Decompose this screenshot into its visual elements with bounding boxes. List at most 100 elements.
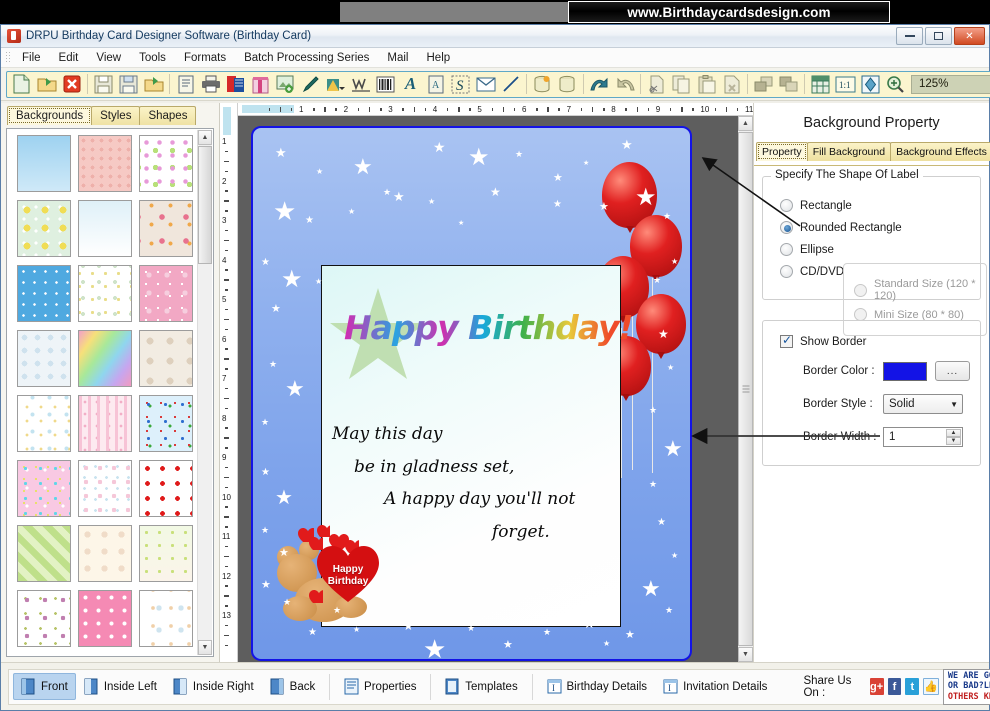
menu-item-formats[interactable]: Formats — [175, 50, 235, 66]
canvas-vertical-scrollbar[interactable]: ▲ ▼ — [738, 116, 753, 662]
radio-rectangle[interactable]: Rectangle — [780, 199, 970, 212]
bottom-item-inside-left[interactable]: Inside Left — [76, 673, 165, 700]
bottom-item-back[interactable]: Back — [262, 673, 324, 700]
greeting-text[interactable]: Happy Birthday! — [344, 308, 633, 347]
menu-item-file[interactable]: File — [13, 50, 50, 66]
open-recent-icon[interactable] — [141, 73, 166, 96]
tab-fill-background[interactable]: Fill Background — [807, 142, 891, 161]
grid-icon[interactable] — [808, 73, 833, 96]
bottom-item-birthday-details[interactable]: I Birthday Details — [539, 673, 656, 700]
bottom-item-front[interactable]: Front — [13, 673, 76, 700]
list-item[interactable] — [78, 460, 132, 517]
pen-draw-icon[interactable] — [298, 73, 323, 96]
bring-to-front-icon[interactable] — [751, 73, 776, 96]
tab-backgrounds[interactable]: Backgrounds — [7, 106, 92, 125]
list-item[interactable] — [17, 590, 71, 647]
redo-icon[interactable] — [612, 73, 637, 96]
undo-icon[interactable] — [587, 73, 612, 96]
line-icon[interactable] — [498, 73, 523, 96]
paste-icon[interactable] — [694, 73, 719, 96]
gift-icon[interactable] — [248, 73, 273, 96]
minimize-button[interactable] — [896, 27, 923, 45]
border-color-swatch[interactable] — [883, 362, 927, 381]
scrollbar-thumb[interactable] — [738, 132, 753, 646]
border-color-browse-button[interactable]: ... — [935, 361, 970, 381]
menu-item-tools[interactable]: Tools — [130, 50, 175, 66]
list-item[interactable] — [139, 525, 193, 582]
stepper-down-icon[interactable]: ▼ — [946, 437, 961, 445]
list-item[interactable] — [17, 460, 71, 517]
thumbnail-scrollbar[interactable]: ▲ ▼ — [197, 130, 212, 655]
bottom-item-properties[interactable]: Properties — [336, 673, 424, 700]
tab-property[interactable]: Property — [756, 142, 808, 161]
maximize-button[interactable] — [925, 27, 952, 45]
zoom-level-input[interactable]: 125% — [911, 75, 990, 94]
card-properties-icon[interactable] — [173, 73, 198, 96]
batch-cards-icon[interactable] — [223, 73, 248, 96]
radio-ellipse[interactable]: Ellipse — [780, 243, 970, 256]
list-item[interactable] — [78, 395, 132, 452]
border-style-select[interactable]: Solid ▼ — [883, 394, 963, 414]
design-canvas-area[interactable]: 1234567891011 12345678910111213 — [220, 103, 753, 662]
delete-x-icon[interactable] — [59, 73, 84, 96]
tab-background-effects[interactable]: Background Effects — [890, 142, 990, 161]
signature-s-icon[interactable]: S — [448, 73, 473, 96]
list-item[interactable] — [139, 395, 193, 452]
cut-icon[interactable] — [644, 73, 669, 96]
list-item[interactable] — [139, 330, 193, 387]
list-item[interactable] — [78, 590, 132, 647]
new-document-icon[interactable] — [9, 73, 34, 96]
show-border-checkbox[interactable]: Show Border — [780, 335, 970, 348]
shape-fill-icon[interactable] — [323, 73, 348, 96]
scroll-down-icon[interactable]: ▼ — [198, 640, 212, 655]
list-item[interactable] — [17, 265, 71, 322]
open-folder-icon[interactable] — [34, 73, 59, 96]
zoom-in-icon[interactable] — [883, 73, 908, 96]
menu-item-view[interactable]: View — [87, 50, 130, 66]
menu-item-help[interactable]: Help — [418, 50, 460, 66]
border-width-stepper[interactable]: 1 ▲ ▼ — [883, 427, 963, 447]
send-to-back-icon[interactable] — [776, 73, 801, 96]
scroll-up-icon[interactable]: ▲ — [198, 130, 212, 145]
delete-object-icon[interactable] — [719, 73, 744, 96]
text-box-icon[interactable]: A — [423, 73, 448, 96]
database-add-icon[interactable] — [530, 73, 555, 96]
list-item[interactable] — [139, 265, 193, 322]
list-item[interactable] — [139, 135, 193, 192]
copy-icon[interactable] — [669, 73, 694, 96]
scroll-up-icon[interactable]: ▲ — [738, 116, 753, 131]
menu-item-edit[interactable]: Edit — [50, 50, 88, 66]
menu-item-mail[interactable]: Mail — [378, 50, 417, 66]
fit-to-window-icon[interactable] — [858, 73, 883, 96]
list-item[interactable] — [78, 265, 132, 322]
tab-styles[interactable]: Styles — [91, 106, 140, 125]
actual-size-icon[interactable]: 1:1 — [833, 73, 858, 96]
list-item[interactable] — [139, 200, 193, 257]
database-icon[interactable] — [555, 73, 580, 96]
list-item[interactable] — [78, 525, 132, 582]
scrollbar-thumb[interactable] — [198, 146, 212, 264]
envelope-icon[interactable] — [473, 73, 498, 96]
list-item[interactable] — [78, 330, 132, 387]
feedback-badge[interactable]: WE ARE GOOD OR BAD?LET OTHERS KNOW.. — [943, 669, 990, 705]
watermark-icon[interactable] — [348, 73, 373, 96]
text-a-icon[interactable]: A — [398, 73, 423, 96]
list-item[interactable] — [139, 590, 193, 647]
tab-shapes[interactable]: Shapes — [139, 106, 196, 125]
list-item[interactable] — [78, 200, 132, 257]
twitter-icon[interactable]: t — [905, 678, 919, 695]
close-button[interactable]: ✕ — [954, 27, 985, 45]
list-item[interactable] — [139, 460, 193, 517]
teddy-bear-icon[interactable]: Happy Birthday — [273, 528, 383, 633]
list-item[interactable] — [17, 330, 71, 387]
facebook-icon[interactable]: f — [888, 678, 902, 695]
bottom-item-invitation-details[interactable]: I Invitation Details — [655, 673, 775, 700]
google-plus-icon[interactable]: g+ — [870, 678, 884, 695]
scroll-down-icon[interactable]: ▼ — [738, 647, 753, 662]
barcode-icon[interactable] — [373, 73, 398, 96]
radio-rounded-rectangle[interactable]: Rounded Rectangle — [780, 221, 970, 234]
save-icon[interactable] — [91, 73, 116, 96]
list-item[interactable] — [17, 395, 71, 452]
stepper-arrows[interactable]: ▲ ▼ — [946, 429, 961, 445]
bottom-item-inside-right[interactable]: Inside Right — [165, 673, 262, 700]
